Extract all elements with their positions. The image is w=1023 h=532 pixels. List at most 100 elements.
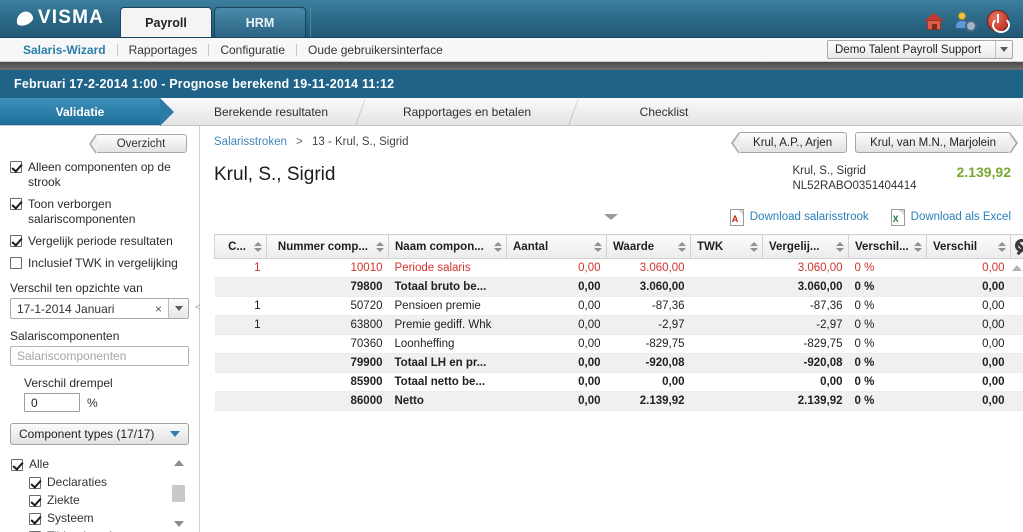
table-row[interactable]: 86000 Netto 0,00 2.139,92 2.139,92 0 % 0,00 [214, 391, 1023, 411]
checkbox-tree-alle[interactable] [11, 458, 23, 471]
column-header-naam-label: Naam compon... [395, 240, 484, 253]
sort-icon[interactable] [594, 241, 602, 252]
download-salarisstrook-link[interactable]: A Download salarisstrook [729, 208, 869, 226]
tree-item-declaraties[interactable]: Declaraties [11, 473, 188, 491]
wizard-step-validatie[interactable]: Validatie [0, 98, 174, 126]
cell-aantal: 0,00 [506, 372, 607, 392]
tree-item-systeem[interactable]: Systeem [11, 509, 188, 527]
verschil-drempel-input[interactable]: 0 [24, 393, 80, 412]
scrollbar-thumb[interactable] [172, 485, 185, 502]
checkbox-row-inclusief-twk[interactable]: Inclusief TWK in vergelijking [10, 256, 189, 271]
tree-item-tijdregistratie[interactable]: Tijdregistratie [11, 527, 188, 532]
table-row[interactable]: 85900 Totaal netto be... 0,00 0,00 0,00 0 % 0,… [214, 372, 1023, 392]
user-settings-icon[interactable] [955, 10, 977, 32]
subnav-item-oude-gebruikersinterface[interactable]: Oude gebruikersinterface [297, 44, 454, 56]
breadcrumb-salarisstroken[interactable]: Salarisstroken [214, 136, 287, 148]
column-header-verschil-pct[interactable]: Verschil... [848, 234, 927, 259]
download-excel-link[interactable]: X Download als Excel [890, 208, 1011, 226]
subnav-item-salaris-wizard[interactable]: Salaris-Wizard [12, 43, 118, 56]
cell-nummer: 63800 [266, 315, 389, 335]
table-row[interactable]: 1 63800 Premie gediff. Whk 0,00 -2,97 -2,97 0 … [214, 315, 1023, 335]
scroll-down-icon[interactable] [171, 516, 186, 532]
checkbox-vergelijk-periode[interactable] [10, 235, 22, 247]
checkbox-row-alleen-componenten[interactable]: Alleen componenten op de strook [10, 160, 189, 190]
app-tab-payroll[interactable]: Payroll [120, 7, 212, 37]
column-header-waarde[interactable]: Waarde [606, 234, 691, 259]
table-row[interactable]: 79800 Totaal bruto be... 0,00 3.060,00 3.060… [214, 277, 1023, 297]
column-header-vergelijk[interactable]: Vergelij... [762, 234, 849, 259]
subnav-item-rapportages[interactable]: Rapportages [118, 43, 210, 56]
overzicht-button[interactable]: Overzicht [89, 134, 187, 154]
checkbox-row-vergelijk-periode[interactable]: Vergelijk periode resultaten [10, 234, 189, 249]
cell-verschil: 0,00 [926, 296, 1011, 316]
column-header-c[interactable]: C... [214, 234, 267, 259]
cell-waarde: -829,75 [606, 334, 691, 354]
chevron-down-icon[interactable] [168, 299, 188, 318]
previous-employee-button[interactable]: Krul, A.P., Arjen [731, 132, 848, 154]
cell-twk [690, 391, 763, 411]
checkbox-tree-declaraties[interactable] [29, 476, 41, 489]
column-settings-button[interactable] [1010, 234, 1023, 259]
employee-navigation: Krul, A.P., Arjen Krul, van M.N., Marjol… [731, 132, 1018, 154]
table-scroll-up-icon[interactable] [1010, 260, 1023, 276]
cell-verschil-pct: 0 % [848, 315, 927, 335]
pdf-icon: A [729, 208, 744, 226]
table-row[interactable]: 79900 Totaal LH en pr... 0,00 -920,08 -920,0… [214, 353, 1023, 373]
tree-item-ziekte[interactable]: Ziekte [11, 491, 188, 509]
cell-waarde: 0,00 [606, 372, 691, 392]
gear-icon[interactable] [1015, 238, 1023, 252]
column-header-aantal[interactable]: Aantal [506, 234, 607, 259]
download-excel-label: Download als Excel [910, 211, 1011, 223]
wizard-step-rapportages-en-betalen[interactable]: Rapportages en betalen [361, 98, 573, 125]
tree-item-alle[interactable]: Alle [11, 455, 188, 473]
clear-icon[interactable]: × [155, 302, 162, 316]
verschil-drempel-label: Verschil drempel [24, 376, 113, 390]
checkbox-inclusief-twk-label: Inclusief TWK in vergelijking [28, 256, 178, 270]
compare-period-select[interactable]: 17-1-2014 Januari × [10, 298, 189, 319]
sub-navigation: Salaris-Wizard Rapportages Configuratie … [0, 38, 1023, 62]
checkbox-row-toon-verborgen[interactable]: Toon verborgen salariscomponenten [10, 197, 189, 227]
checkbox-tree-systeem[interactable] [29, 512, 41, 525]
column-header-verschil[interactable]: Verschil [926, 234, 1011, 259]
previous-employee-label: Krul, A.P., Arjen [753, 136, 833, 149]
tree-scrollbar[interactable] [171, 455, 186, 532]
scroll-up-icon[interactable] [171, 455, 186, 471]
column-header-naam[interactable]: Naam compon... [388, 234, 507, 259]
table-row[interactable]: 1 50720 Pensioen premie 0,00 -87,36 -87,36 0 %… [214, 296, 1023, 316]
sort-icon[interactable] [836, 241, 844, 252]
checkbox-tree-ziekte[interactable] [29, 494, 41, 507]
sort-icon[interactable] [494, 241, 502, 252]
column-header-twk[interactable]: TWK [690, 234, 763, 259]
sort-icon[interactable] [678, 241, 686, 252]
sort-icon[interactable] [750, 241, 758, 252]
sort-icon[interactable] [376, 241, 384, 252]
verschil-drempel-unit: % [87, 395, 98, 410]
next-employee-button[interactable]: Krul, van M.N., Marjolein [855, 132, 1018, 154]
checkbox-toon-verborgen[interactable] [10, 198, 22, 210]
cell-waarde: -920,08 [606, 353, 691, 373]
table-row[interactable]: 70360 Loonheffing 0,00 -829,75 -829,75 0 % 0,0… [214, 334, 1023, 354]
cell-nummer: 85900 [266, 372, 389, 392]
home-icon[interactable] [923, 10, 945, 32]
column-header-nummer[interactable]: Nummer comp... [266, 234, 389, 259]
cell-vergelijk: -87,36 [762, 296, 849, 316]
power-logout-icon[interactable] [987, 10, 1010, 33]
sort-icon[interactable] [914, 241, 922, 252]
filter-icon[interactable] [604, 214, 618, 220]
salariscomponenten-input[interactable]: Salariscomponenten [10, 346, 189, 366]
checkbox-alleen-componenten[interactable] [10, 161, 22, 173]
checkbox-inclusief-twk[interactable] [10, 257, 22, 269]
period-status-bar: Februari 17-2-2014 1:00 - Prognose berek… [0, 70, 1023, 98]
app-tab-hrm[interactable]: HRM [214, 7, 306, 37]
cell-c: 1 [214, 258, 267, 278]
account-selector[interactable]: Demo Talent Payroll Support [827, 40, 1013, 59]
table-row[interactable]: 1 10010 Periode salaris 0,00 3.060,00 3.060,0… [214, 258, 1023, 278]
sort-icon[interactable] [254, 241, 262, 252]
sort-icon[interactable] [998, 241, 1006, 252]
component-types-dropdown[interactable]: Component types (17/17) [10, 423, 189, 445]
subnav-item-configuratie[interactable]: Configuratie [209, 43, 298, 56]
wizard-step-checklist[interactable]: Checklist [574, 98, 754, 125]
wizard-step-berekende-resultaten[interactable]: Berekende resultaten [160, 98, 360, 125]
cell-c: 1 [214, 296, 267, 316]
cell-naam: Premie gediff. Whk [388, 315, 507, 335]
